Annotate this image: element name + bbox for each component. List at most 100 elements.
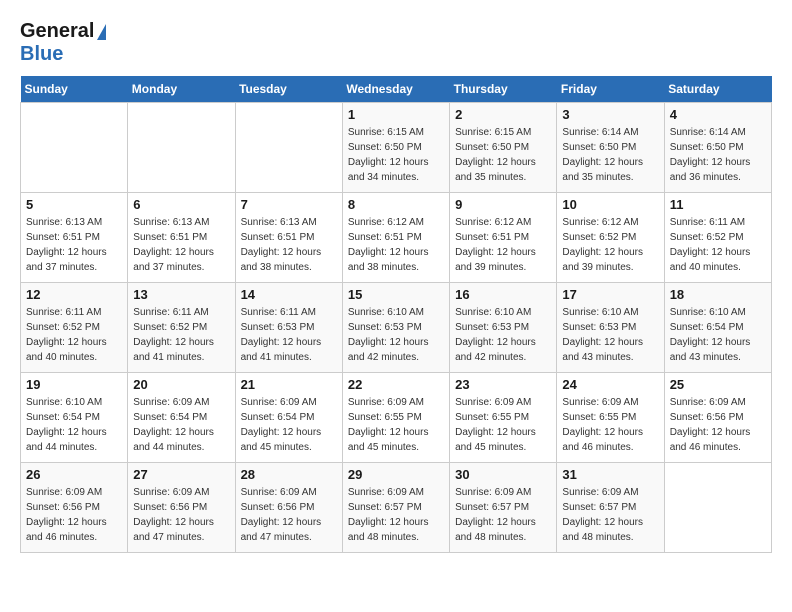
day-info: Sunrise: 6:12 AM Sunset: 6:51 PM Dayligh… <box>348 215 444 275</box>
day-number: 24 <box>562 377 658 392</box>
calendar-week-row: 19 Sunrise: 6:10 AM Sunset: 6:54 PM Dayli… <box>21 373 772 463</box>
day-number: 17 <box>562 287 658 302</box>
day-number: 15 <box>348 287 444 302</box>
calendar-header-row: SundayMondayTuesdayWednesdayThursdayFrid… <box>21 76 772 103</box>
calendar-cell: 14 Sunrise: 6:11 AM Sunset: 6:53 PM Dayli… <box>235 283 342 373</box>
day-header-saturday: Saturday <box>664 76 771 103</box>
day-number: 5 <box>26 197 122 212</box>
calendar-cell: 17 Sunrise: 6:10 AM Sunset: 6:53 PM Dayli… <box>557 283 664 373</box>
day-number: 29 <box>348 467 444 482</box>
day-header-wednesday: Wednesday <box>342 76 449 103</box>
day-info: Sunrise: 6:09 AM Sunset: 6:57 PM Dayligh… <box>348 485 444 545</box>
day-number: 31 <box>562 467 658 482</box>
day-info: Sunrise: 6:13 AM Sunset: 6:51 PM Dayligh… <box>133 215 229 275</box>
calendar-cell: 22 Sunrise: 6:09 AM Sunset: 6:55 PM Dayli… <box>342 373 449 463</box>
day-info: Sunrise: 6:09 AM Sunset: 6:56 PM Dayligh… <box>26 485 122 545</box>
day-number: 12 <box>26 287 122 302</box>
day-info: Sunrise: 6:10 AM Sunset: 6:53 PM Dayligh… <box>348 305 444 365</box>
calendar-cell: 15 Sunrise: 6:10 AM Sunset: 6:53 PM Dayli… <box>342 283 449 373</box>
calendar-cell <box>21 103 128 193</box>
day-number: 30 <box>455 467 551 482</box>
day-number: 11 <box>670 197 766 212</box>
day-info: Sunrise: 6:12 AM Sunset: 6:51 PM Dayligh… <box>455 215 551 275</box>
calendar-cell: 10Sunrise: 6:12 AM Sunset: 6:52 PM Dayli… <box>557 193 664 283</box>
logo-general-text: General <box>20 20 94 43</box>
day-number: 2 <box>455 107 551 122</box>
day-info: Sunrise: 6:11 AM Sunset: 6:52 PM Dayligh… <box>133 305 229 365</box>
calendar-cell: 16Sunrise: 6:10 AM Sunset: 6:53 PM Dayli… <box>450 283 557 373</box>
day-number: 21 <box>241 377 337 392</box>
calendar-week-row: 12 Sunrise: 6:11 AM Sunset: 6:52 PM Dayli… <box>21 283 772 373</box>
day-info: Sunrise: 6:09 AM Sunset: 6:55 PM Dayligh… <box>562 395 658 455</box>
calendar-cell: 1Sunrise: 6:15 AM Sunset: 6:50 PM Daylig… <box>342 103 449 193</box>
day-number: 8 <box>348 197 444 212</box>
calendar-cell: 28Sunrise: 6:09 AM Sunset: 6:56 PM Dayli… <box>235 463 342 553</box>
day-info: Sunrise: 6:10 AM Sunset: 6:54 PM Dayligh… <box>670 305 766 365</box>
day-number: 13 <box>133 287 229 302</box>
calendar-cell: 13 Sunrise: 6:11 AM Sunset: 6:52 PM Dayli… <box>128 283 235 373</box>
calendar-cell: 4Sunrise: 6:14 AM Sunset: 6:50 PM Daylig… <box>664 103 771 193</box>
day-info: Sunrise: 6:09 AM Sunset: 6:56 PM Dayligh… <box>133 485 229 545</box>
calendar-cell: 27Sunrise: 6:09 AM Sunset: 6:56 PM Dayli… <box>128 463 235 553</box>
day-info: Sunrise: 6:09 AM Sunset: 6:56 PM Dayligh… <box>670 395 766 455</box>
logo: General Blue <box>20 20 106 66</box>
calendar-cell: 23 Sunrise: 6:09 AM Sunset: 6:55 PM Dayli… <box>450 373 557 463</box>
calendar-cell: 5 Sunrise: 6:13 AM Sunset: 6:51 PM Daylig… <box>21 193 128 283</box>
day-info: Sunrise: 6:13 AM Sunset: 6:51 PM Dayligh… <box>241 215 337 275</box>
calendar-cell: 7 Sunrise: 6:13 AM Sunset: 6:51 PM Daylig… <box>235 193 342 283</box>
calendar-cell <box>664 463 771 553</box>
day-number: 28 <box>241 467 337 482</box>
day-info: Sunrise: 6:10 AM Sunset: 6:54 PM Dayligh… <box>26 395 122 455</box>
day-info: Sunrise: 6:09 AM Sunset: 6:57 PM Dayligh… <box>455 485 551 545</box>
day-number: 1 <box>348 107 444 122</box>
day-info: Sunrise: 6:09 AM Sunset: 6:55 PM Dayligh… <box>348 395 444 455</box>
day-info: Sunrise: 6:11 AM Sunset: 6:52 PM Dayligh… <box>670 215 766 275</box>
day-number: 20 <box>133 377 229 392</box>
day-number: 10 <box>562 197 658 212</box>
logo-triangle-icon <box>97 24 106 40</box>
day-number: 7 <box>241 197 337 212</box>
day-header-thursday: Thursday <box>450 76 557 103</box>
day-info: Sunrise: 6:10 AM Sunset: 6:53 PM Dayligh… <box>455 305 551 365</box>
day-info: Sunrise: 6:11 AM Sunset: 6:53 PM Dayligh… <box>241 305 337 365</box>
calendar-week-row: 1 Sunrise: 6:15 AM Sunset: 6:50 PM Daylig… <box>21 103 772 193</box>
day-number: 9 <box>455 197 551 212</box>
day-info: Sunrise: 6:09 AM Sunset: 6:57 PM Dayligh… <box>562 485 658 545</box>
day-info: Sunrise: 6:09 AM Sunset: 6:54 PM Dayligh… <box>241 395 337 455</box>
day-header-tuesday: Tuesday <box>235 76 342 103</box>
calendar-cell: 26 Sunrise: 6:09 AM Sunset: 6:56 PM Dayli… <box>21 463 128 553</box>
day-info: Sunrise: 6:14 AM Sunset: 6:50 PM Dayligh… <box>670 125 766 185</box>
calendar-cell <box>235 103 342 193</box>
day-header-monday: Monday <box>128 76 235 103</box>
day-info: Sunrise: 6:09 AM Sunset: 6:55 PM Dayligh… <box>455 395 551 455</box>
logo-blue-text: Blue <box>20 43 63 65</box>
calendar-cell: 12Sunrise: 6:11 AM Sunset: 6:52 PM Dayli… <box>21 283 128 373</box>
calendar-cell: 21 Sunrise: 6:09 AM Sunset: 6:54 PM Dayli… <box>235 373 342 463</box>
day-number: 14 <box>241 287 337 302</box>
day-number: 26 <box>26 467 122 482</box>
day-number: 25 <box>670 377 766 392</box>
day-info: Sunrise: 6:10 AM Sunset: 6:53 PM Dayligh… <box>562 305 658 365</box>
day-header-friday: Friday <box>557 76 664 103</box>
calendar-cell: 29 Sunrise: 6:09 AM Sunset: 6:57 PM Dayli… <box>342 463 449 553</box>
day-number: 19 <box>26 377 122 392</box>
day-number: 22 <box>348 377 444 392</box>
calendar-cell: 11 Sunrise: 6:11 AM Sunset: 6:52 PM Dayli… <box>664 193 771 283</box>
calendar-cell: 3Sunrise: 6:14 AM Sunset: 6:50 PM Daylig… <box>557 103 664 193</box>
calendar-cell: 18 Sunrise: 6:10 AM Sunset: 6:54 PM Dayli… <box>664 283 771 373</box>
calendar-cell: 19 Sunrise: 6:10 AM Sunset: 6:54 PM Dayli… <box>21 373 128 463</box>
calendar-cell: 30 Sunrise: 6:09 AM Sunset: 6:57 PM Dayli… <box>450 463 557 553</box>
day-info: Sunrise: 6:15 AM Sunset: 6:50 PM Dayligh… <box>455 125 551 185</box>
day-info: Sunrise: 6:14 AM Sunset: 6:50 PM Dayligh… <box>562 125 658 185</box>
calendar-cell: 20 Sunrise: 6:09 AM Sunset: 6:54 PM Dayli… <box>128 373 235 463</box>
day-info: Sunrise: 6:09 AM Sunset: 6:54 PM Dayligh… <box>133 395 229 455</box>
calendar-cell: 9 Sunrise: 6:12 AM Sunset: 6:51 PM Daylig… <box>450 193 557 283</box>
calendar-table: SundayMondayTuesdayWednesdayThursdayFrid… <box>20 76 772 553</box>
calendar-cell: 6Sunrise: 6:13 AM Sunset: 6:51 PM Daylig… <box>128 193 235 283</box>
calendar-week-row: 5 Sunrise: 6:13 AM Sunset: 6:51 PM Daylig… <box>21 193 772 283</box>
day-number: 18 <box>670 287 766 302</box>
day-info: Sunrise: 6:13 AM Sunset: 6:51 PM Dayligh… <box>26 215 122 275</box>
page-header: General Blue <box>20 20 772 66</box>
day-number: 23 <box>455 377 551 392</box>
day-header-sunday: Sunday <box>21 76 128 103</box>
